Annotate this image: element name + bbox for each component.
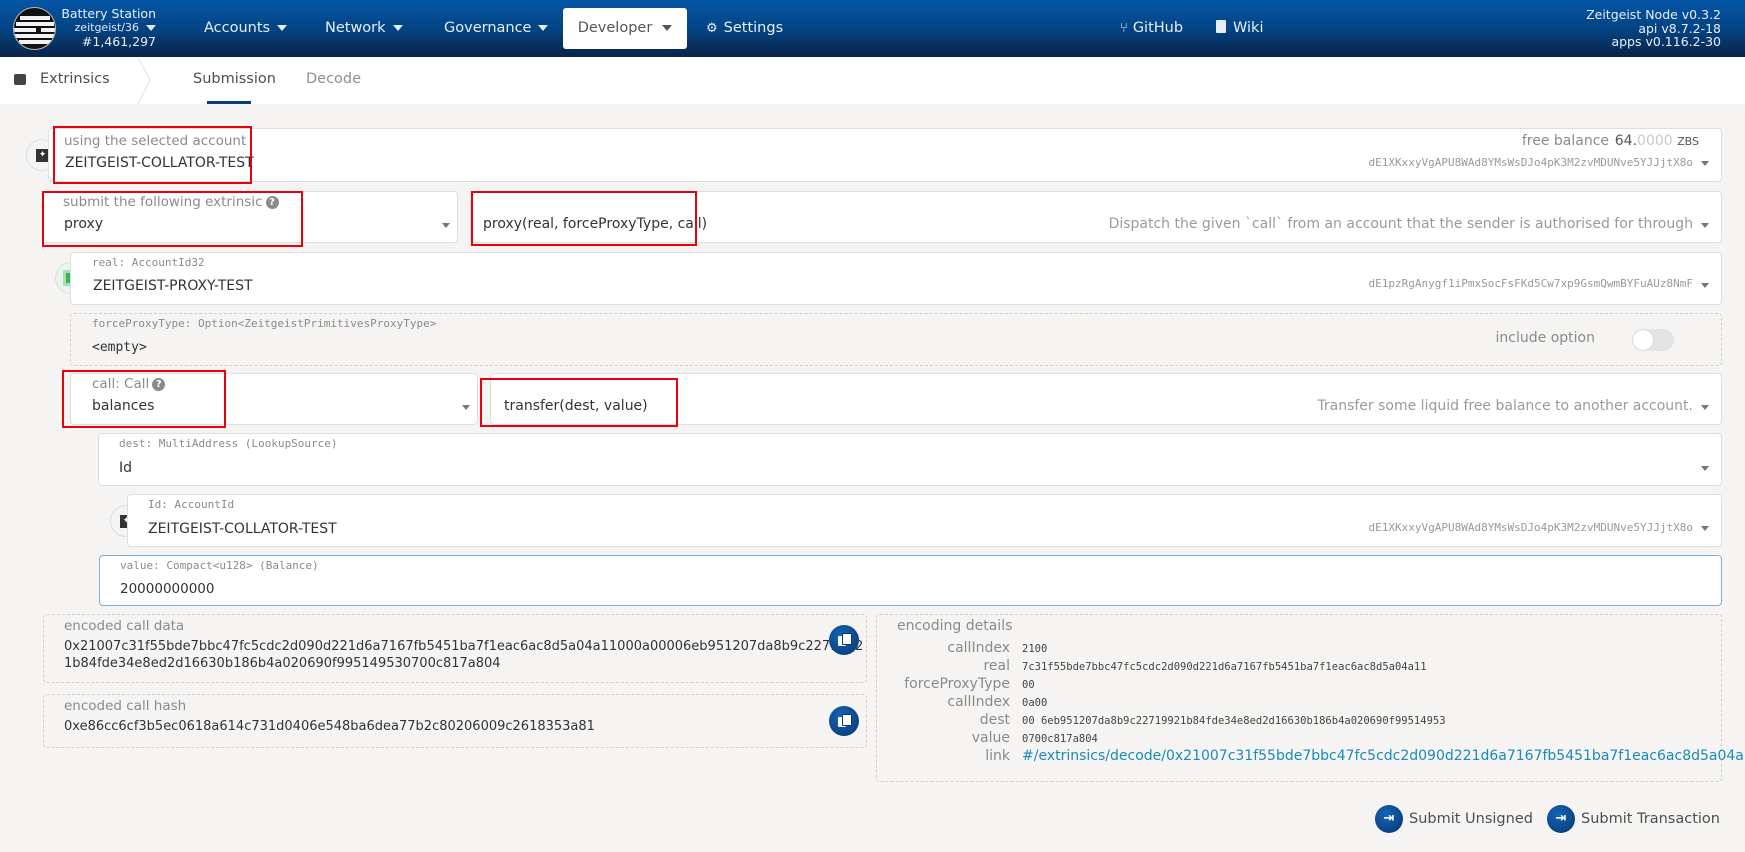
copy-call-data-button[interactable]: [829, 625, 859, 655]
active-tab-indicator: [207, 101, 251, 104]
help-icon[interactable]: ?: [152, 378, 166, 391]
sign-in-icon: ⇥: [1547, 805, 1575, 833]
extrinsics-icon: [14, 74, 26, 85]
call-description: Transfer some liquid free balance to ano…: [1317, 398, 1693, 414]
extrinsic-method-select[interactable]: proxy(real, forceProxyType, call) Dispat…: [470, 191, 1722, 243]
help-icon[interactable]: ?: [265, 196, 279, 209]
real-account-name: ZEITGEIST-PROXY-TEST: [93, 278, 253, 294]
breadcrumb-separator: [138, 57, 151, 104]
encoded-call-data-box: encoded call data 0x21007c31f55bde7bbc47…: [43, 614, 867, 683]
section-extrinsics: Extrinsics: [0, 57, 145, 104]
gears-icon: ⚙: [706, 21, 718, 36]
chain-name: Battery Station: [61, 6, 156, 21]
encoding-row: real 7c31f55bde7bbc47fc5cdc2d090d221d6a71…: [983, 658, 1427, 674]
code-branch-icon: ⑂: [1120, 21, 1128, 36]
encoded-call-hash-box: encoded call hash 0xe86cc6cf3b5ec0618a61…: [43, 694, 867, 748]
real-account-select[interactable]: real: AccountId32 ZEITGEIST-PROXY-TEST d…: [70, 252, 1722, 305]
extrinsic-module-select[interactable]: submit the following extrinsic? proxy: [42, 191, 458, 243]
chevron-down-icon: [442, 223, 450, 228]
encoding-row: forceProxyType 00: [904, 676, 1035, 692]
tab-submission[interactable]: Submission: [193, 71, 276, 87]
chevron-down-icon: [1701, 161, 1709, 166]
nav-accounts[interactable]: Accounts: [204, 14, 288, 42]
decode-link[interactable]: #/extrinsics/decode/0x21007c31f55bde7bbc…: [1022, 748, 1745, 764]
sub-tabs: Extrinsics Submission Decode: [0, 57, 1745, 104]
value-amount: 20000000000: [120, 581, 215, 597]
nav-governance[interactable]: Governance: [444, 14, 549, 42]
network-name: zeitgeist/36: [74, 21, 139, 34]
call-module: balances: [92, 398, 155, 414]
toggle-knob: [1633, 330, 1653, 350]
github-link[interactable]: ⑂ GitHub: [1120, 14, 1183, 42]
chevron-down-icon: [1701, 283, 1709, 288]
tab-decode[interactable]: Decode: [306, 71, 361, 87]
dest-select[interactable]: dest: MultiAddress (LookupSource) Id: [98, 433, 1722, 486]
call-method: transfer(dest, value): [504, 398, 648, 414]
block-number: #1,461,297: [81, 34, 156, 49]
account-select[interactable]: using the selected account ZEITGEIST-COL…: [48, 128, 1722, 182]
book-icon: [1216, 20, 1226, 33]
extrinsic-method: proxy(real, forceProxyType, call): [483, 216, 708, 232]
id-account-select[interactable]: Id: AccountId ZEITGEIST-COLLATOR-TEST dE…: [127, 494, 1722, 547]
submit-unsigned-button[interactable]: ⇥ Submit Unsigned: [1375, 805, 1533, 833]
chevron-down-icon: [392, 25, 403, 31]
encoding-row: dest 00 6eb951207da8b9c22719921b84fde34e8…: [979, 712, 1446, 728]
force-proxy-type-field: forceProxyType: Option<ZeitgeistPrimitiv…: [70, 313, 1722, 366]
encoding-row: link #/extrinsics/decode/0x21007c31f55bde…: [876, 748, 1745, 766]
account-name: ZEITGEIST-COLLATOR-TEST: [65, 155, 254, 171]
nav-developer[interactable]: Developer: [563, 8, 687, 49]
chevron-down-icon: [1701, 526, 1709, 531]
id-account-address: dE1XKxxyVgAPU8WAd8YMsWsDJo4pK3M2zvMDUNve…: [1368, 521, 1693, 534]
chevron-down-icon: [1701, 405, 1709, 410]
chevron-down-icon: [146, 25, 156, 31]
encoding-row: value 0700c817a804: [971, 730, 1098, 746]
real-account-address: dE1pzRgAnygf1iPmxSocFsFKd5Cw7xp9GsmQwmBY…: [1368, 277, 1693, 290]
chevron-down-icon: [462, 405, 470, 410]
chevron-down-icon: [662, 25, 673, 31]
extrinsic-module: proxy: [64, 216, 104, 232]
free-balance: 64.0000 ZBS: [1614, 133, 1699, 149]
encoded-call-data-line2: 1b84fde34e8ed2d16630b186b4a020690f995149…: [64, 656, 501, 671]
nav-network[interactable]: Network: [325, 14, 403, 42]
encoded-call-hash: 0xe86cc6cf3b5ec0618a614c731d0406e548ba6d…: [64, 719, 595, 734]
chevron-down-icon: [1701, 223, 1709, 228]
call-module-select[interactable]: call: Call? balances: [70, 373, 478, 425]
encoded-call-data-line1: 0x21007c31f55bde7bbc47fc5cdc2d090d221d6a…: [64, 639, 864, 654]
extrinsic-description: Dispatch the given `call` from an accoun…: [1108, 216, 1693, 232]
encoding-row: callIndex 0a00: [947, 694, 1048, 710]
encoding-row: callIndex 2100: [947, 640, 1048, 656]
wiki-link[interactable]: Wiki: [1216, 14, 1263, 42]
call-method-select[interactable]: transfer(dest, value) Transfer some liqu…: [490, 373, 1722, 425]
chevron-down-icon: [277, 25, 288, 31]
nav-settings[interactable]: ⚙ Settings: [706, 14, 783, 42]
sign-in-icon: ⇥: [1375, 805, 1403, 833]
chevron-down-icon: [1701, 466, 1709, 471]
dest-value: Id: [119, 460, 133, 476]
top-nav-bar: Battery Station zeitgeist/36 #1,461,297 …: [0, 0, 1745, 57]
chevron-down-icon: [538, 25, 549, 31]
force-proxy-type-value: <empty>: [92, 340, 147, 355]
include-option-toggle[interactable]: [1632, 329, 1674, 351]
account-address: dE1XKxxyVgAPU8WAd8YMsWsDJo4pK3M2zvMDUNve…: [1368, 156, 1693, 169]
chain-selector[interactable]: Battery Station zeitgeist/36 #1,461,297: [61, 7, 156, 49]
id-account-name: ZEITGEIST-COLLATOR-TEST: [148, 521, 337, 537]
value-input[interactable]: value: Compact<u128> (Balance) 200000000…: [99, 555, 1722, 606]
submit-transaction-button[interactable]: ⇥ Submit Transaction: [1547, 805, 1720, 833]
version-info: Zeitgeist Node v0.3.2 api v8.7.2-18 apps…: [1586, 7, 1721, 49]
copy-call-hash-button[interactable]: [829, 706, 859, 736]
chain-logo[interactable]: [13, 7, 56, 50]
